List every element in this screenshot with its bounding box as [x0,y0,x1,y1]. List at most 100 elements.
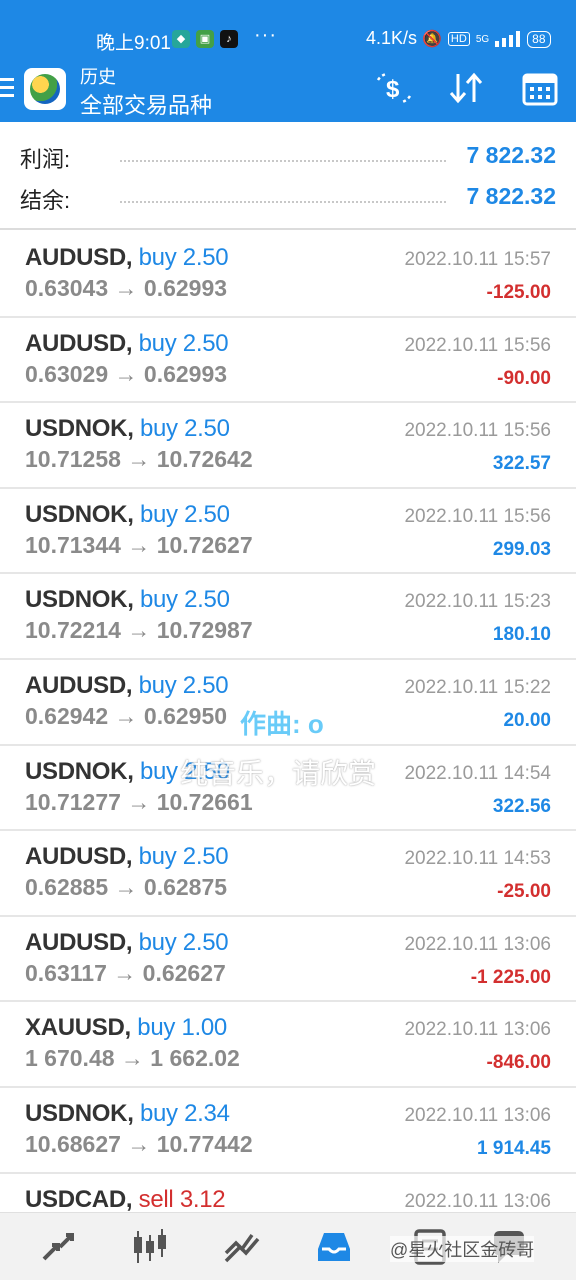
notification-icons: ◆ ▣ ♪ [172,30,238,48]
signal-icon [495,31,521,47]
deal-time: 2022.10.11 14:54 [404,762,551,784]
deal-profit: 322.56 [492,795,551,817]
deal-time: 2022.10.11 14:53 [404,848,551,870]
deal-row[interactable]: AUDUSD, buy 2.50 0.63029 → 0.62993 2022.10… [0,318,576,404]
deal-prices: 10.72214 → 10.72987 [25,617,253,644]
deal-symbol-line: USDCAD, sell 3.12 [25,1185,226,1214]
deal-time: 2022.10.11 13:06 [404,1104,551,1126]
deal-prices: 10.68627 → 10.77442 [25,1130,253,1157]
divider-dots [120,160,446,162]
deal-symbol-line: XAUUSD, buy 1.00 [25,1014,227,1042]
status-time: 晚上9:01 [96,33,171,54]
deal-symbol: XAUUSD, [25,1014,131,1042]
deal-time: 2022.10.11 13:06 [404,1019,551,1041]
deal-profit: 299.03 [492,538,551,560]
deal-profit: -1 225.00 [470,966,551,988]
deal-row[interactable]: XAUUSD, buy 1.00 1 670.48 → 1 662.02 2022.… [0,1002,576,1088]
deal-volume: 2.50 [182,843,229,871]
app-icon: ▣ [196,30,214,48]
tiktok-icon: ♪ [220,30,238,48]
deal-profit: 20.00 [503,709,551,731]
deal-profit: 180.10 [492,624,551,646]
deal-row[interactable]: AUDUSD, buy 2.50 0.63043 → 0.62993 2022.10… [0,232,576,318]
deal-side: buy [138,928,177,956]
status-bar: 晚上9:01 ◆ ▣ ♪ ··· 4.1K/s 🔕 HD 5G 88 [0,0,576,60]
deal-volume: 2.50 [182,244,229,271]
deal-symbol-line: AUDUSD, buy 2.50 [25,244,229,272]
deal-side: buy [139,415,178,443]
deal-prices: 0.63029 → 0.62993 [25,360,228,387]
deal-volume: 2.50 [182,928,229,956]
deal-row[interactable]: USDNOK, buy 2.34 10.68627 → 10.77442 2022.… [0,1088,576,1174]
deal-symbol: AUDUSD, [25,928,133,956]
deal-side: buy [138,843,177,871]
deal-volume: 3.12 [179,1185,226,1213]
deal-profit: -90.00 [497,367,551,389]
deal-row[interactable]: USDNOK, buy 2.50 10.71344 → 10.72627 2022.… [0,489,576,575]
deal-side: buy [139,757,178,785]
deal-symbol-line: USDNOK, buy 2.34 [25,1100,230,1128]
battery-icon: 88 [527,30,551,48]
deal-volume: 1.00 [181,1014,227,1042]
menu-icon[interactable] [0,78,14,98]
deal-row[interactable]: AUDUSD, buy 2.50 0.63117 → 0.62627 2022.10… [0,917,576,1003]
deal-row[interactable]: USDNOK, buy 2.50 10.71258 → 10.72642 2022.… [0,403,576,489]
deal-volume: 2.50 [184,586,230,614]
page-title[interactable]: 全部交易品种 [80,88,212,120]
deal-row[interactable]: USDNOK, buy 2.50 10.72214 → 10.72987 2022.… [0,574,576,660]
svg-text:$: $ [386,76,400,103]
sort-icon[interactable] [446,70,486,106]
deal-symbol: USDNOK, [25,415,134,443]
deal-symbol-line: USDNOK, buy 2.50 [25,415,230,443]
history-icon[interactable] [314,1227,354,1267]
deal-profit: 322.57 [492,453,551,475]
profit-label: 利润: [20,147,71,172]
deal-side: buy [139,500,178,528]
deal-prices: 0.62942 → 0.62950 [25,702,228,729]
profit-value: 7 822.32 [466,142,556,168]
deal-time: 2022.10.11 15:56 [404,505,551,527]
deal-time: 2022.10.11 15:22 [404,676,551,698]
deal-row[interactable]: AUDUSD, buy 2.50 0.62885 → 0.62875 2022.10… [0,831,576,917]
deal-prices: 10.71277 → 10.72661 [25,788,253,815]
deal-symbol-line: USDNOK, buy 2.50 [25,501,230,529]
dollar-exchange-icon[interactable]: $ [374,70,414,106]
caption-composer: 作曲: o [240,709,324,739]
shield-icon: ◆ [172,30,190,48]
deal-volume: 2.50 [184,500,230,528]
deal-symbol: AUDUSD, [25,329,133,357]
deal-side: buy [137,1014,176,1042]
deal-profit: -846.00 [486,1052,551,1074]
deal-side: buy [138,244,177,271]
balance-label: 结余: [20,188,71,213]
more-notifications: ··· [254,24,277,46]
deal-time: 2022.10.11 13:06 [404,1190,551,1212]
deal-time: 2022.10.11 15:57 [404,249,551,270]
deal-volume: 2.34 [184,1099,230,1127]
deal-volume: 2.50 [182,329,229,357]
deal-time: 2022.10.11 13:06 [404,933,551,955]
network-speed: 4.1K/s [366,28,418,48]
deal-symbol-line: USDNOK, buy 2.50 [25,586,230,614]
deal-symbol: AUDUSD, [25,671,133,699]
quotes-icon[interactable] [38,1227,78,1267]
deal-symbol-line: AUDUSD, buy 2.50 [25,671,229,700]
app-logo [24,68,66,110]
calendar-icon[interactable] [520,70,560,106]
mute-icon: 🔕 [422,31,442,48]
deal-symbol-line: AUDUSD, buy 2.50 [25,329,229,358]
profit-row: 利润: 7 822.32 [20,136,556,176]
chart-icon[interactable] [130,1227,170,1267]
deal-prices: 10.71344 → 10.72627 [25,531,253,558]
deal-profit: 1 914.45 [477,1137,551,1159]
deal-side: buy [139,1099,178,1127]
deal-side: buy [138,671,177,699]
trade-icon[interactable] [222,1227,262,1267]
summary-panel: 利润: 7 822.32 结余: 7 822.32 [0,122,576,230]
page-subtitle: 历史 [80,67,116,87]
deal-profit: -25.00 [497,881,551,903]
source-watermark: @星火社区金砖哥 [390,1236,535,1262]
deal-prices: 0.63117 → 0.62627 [25,959,226,986]
deal-volume: 2.50 [184,415,230,443]
deal-list[interactable]: AUDUSD, buy 2.50 0.63043 → 0.62993 2022.10… [0,232,576,1260]
